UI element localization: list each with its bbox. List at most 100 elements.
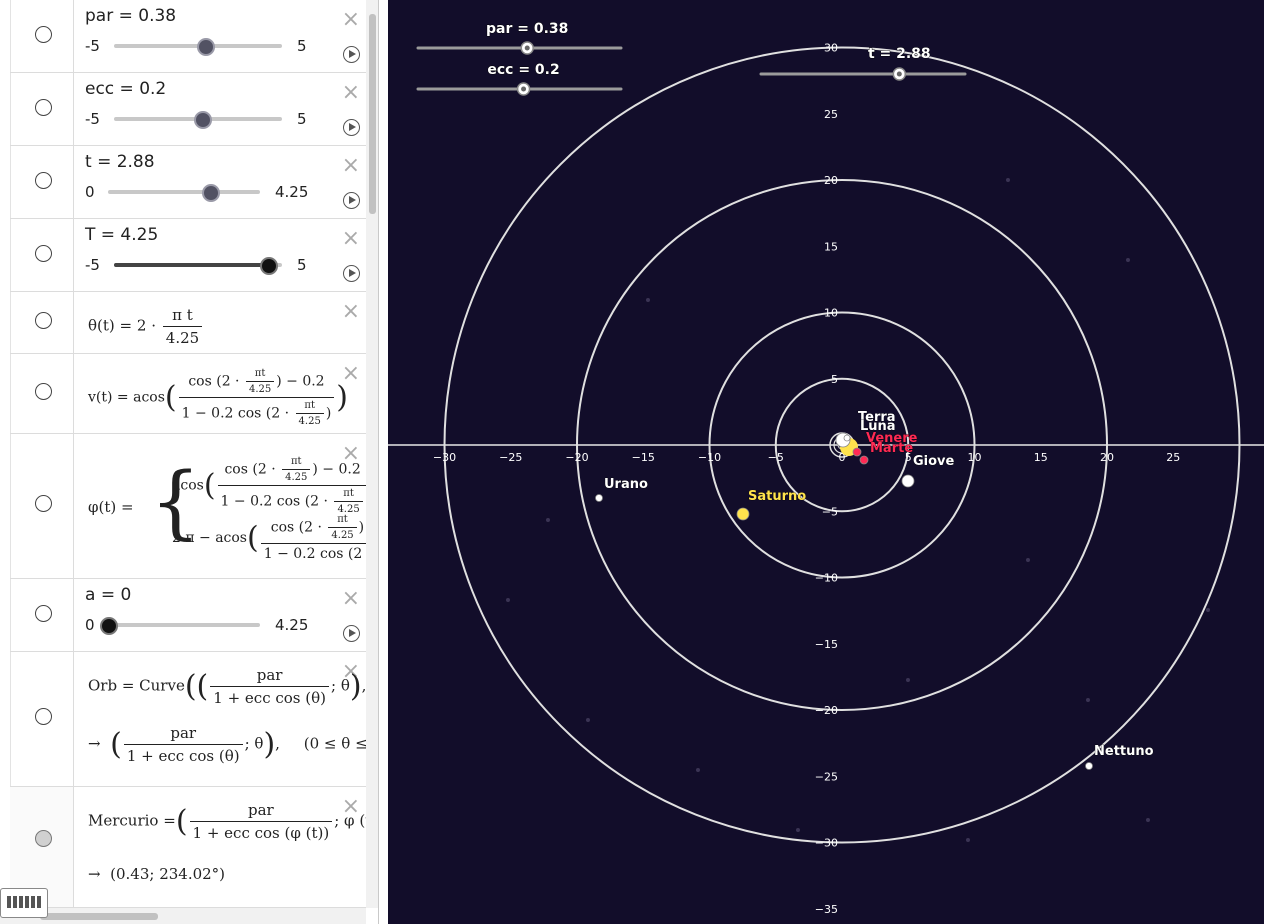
graphics-canvas[interactable]: −30 −25 −20 −15 −10 −5 0 5 10 15 20 2530252015105−5…	[388, 0, 1264, 924]
slider-max: 5	[297, 256, 307, 274]
slider-min: -5	[85, 110, 100, 128]
formula-theta: θ(t) = 2 · π t 4.25	[88, 306, 204, 347]
close-icon[interactable]: ×	[342, 155, 360, 177]
y-tick-label: −35	[815, 903, 838, 916]
keyboard-icon[interactable]	[0, 888, 48, 918]
play-icon[interactable]	[343, 265, 360, 282]
close-icon[interactable]: ×	[342, 588, 360, 610]
graph-slider-label: par = 0.38	[486, 21, 568, 37]
algebra-row-a[interactable]: a = 0 0 4.25 ×	[10, 579, 366, 652]
visibility-toggle[interactable]	[35, 383, 52, 400]
graphics-view[interactable]: −30 −25 −20 −15 −10 −5 0 5 10 15 20 25 30 25 20 15 10 5 −5…	[388, 0, 1264, 924]
planet-luna[interactable]	[843, 434, 851, 442]
x-tick-label: −10	[698, 451, 721, 464]
graph-slider-thumb-center	[524, 45, 530, 51]
play-icon[interactable]	[343, 192, 360, 209]
planet-saturno[interactable]	[736, 507, 750, 521]
star-dot	[546, 518, 550, 522]
x-tick-label: −15	[632, 451, 655, 464]
y-tick-label: 15	[824, 240, 838, 253]
visibility-toggle[interactable]	[35, 26, 52, 43]
close-icon[interactable]: ×	[342, 9, 360, 31]
star-dot	[646, 298, 650, 302]
play-icon[interactable]	[343, 119, 360, 136]
algebra-row-T[interactable]: T = 4.25 -5 5 ×	[10, 219, 366, 292]
horizontal-scrollbar[interactable]	[0, 908, 366, 924]
slider-track[interactable]	[108, 623, 260, 627]
x-tick-label: −25	[499, 451, 522, 464]
star-dot	[1126, 258, 1130, 262]
graph-slider-label: t = 2.88	[868, 46, 931, 62]
formula-fraction: π t 4.25	[162, 306, 203, 347]
formula-eq: =	[121, 498, 134, 516]
planet-marte[interactable]	[859, 455, 869, 465]
visibility-toggle[interactable]	[35, 245, 52, 262]
close-icon[interactable]: ×	[342, 82, 360, 104]
close-icon[interactable]: ×	[342, 301, 360, 323]
slider-thumb[interactable]	[100, 617, 118, 635]
formula-fn: acos	[133, 389, 165, 406]
y-tick-label: −15	[815, 638, 838, 651]
star-dot	[1006, 178, 1010, 182]
formula-orb: Orb = Curve((par1 + ecc cos (θ); θ), θ	[88, 666, 378, 707]
x-tick-label: 20	[1100, 451, 1114, 464]
vertical-scrollbar[interactable]	[366, 0, 378, 908]
formula-mercurio: Mercurio =(par 1 + ecc cos (φ (t)); φ (t)…	[88, 801, 378, 842]
visibility-toggle[interactable]	[35, 605, 52, 622]
algebra-row-orb[interactable]: × Orb = Curve((par1 + ecc cos (θ); θ), θ…	[10, 652, 378, 787]
graph-slider-thumb-center	[896, 71, 902, 77]
slider-thumb[interactable]	[260, 257, 278, 275]
algebra-row-t[interactable]: t = 2.88 0 4.25 ×	[10, 146, 366, 219]
y-tick-label: 10	[824, 307, 838, 320]
y-tick-label: −30	[815, 837, 838, 850]
slider-max: 4.25	[275, 616, 309, 634]
y-tick-label: −5	[822, 505, 838, 518]
visibility-toggle[interactable]	[35, 495, 52, 512]
planet-nettuno[interactable]	[1085, 762, 1093, 770]
formula-phi: φ(t) =	[88, 498, 134, 516]
planet-giove[interactable]	[901, 474, 915, 488]
algebra-row-ecc[interactable]: ecc = 0.2 -5 5 ×	[10, 73, 366, 146]
visibility-toggle[interactable]	[35, 708, 52, 725]
slider-track[interactable]	[108, 190, 260, 194]
phi-case-2: 2 π − acos(cos (2 · πt 4.25) 1 − 0.2 cos (…	[172, 514, 376, 562]
play-icon[interactable]	[343, 46, 360, 63]
algebra-row-phi[interactable]: × φ(t) = { acos(cos (2 · πt 4.25) − 0.2 1 …	[10, 434, 375, 579]
algebra-row-par[interactable]: par = 0.38 -5 5 ×	[10, 0, 366, 73]
algebra-view: par = 0.38 -5 5 × ecc = 0.2 -5 5 × t = 2…	[0, 0, 379, 924]
formula-eq: =	[116, 389, 129, 406]
slider-label: t = 2.88	[85, 152, 155, 172]
play-icon[interactable]	[343, 625, 360, 642]
planet-urano[interactable]	[595, 494, 603, 502]
x-tick-label: −30	[433, 451, 456, 464]
formula-coef: 2 ·	[136, 316, 156, 335]
star-dot	[1026, 558, 1030, 562]
slider-min: 0	[85, 183, 95, 201]
slider-max: 5	[297, 37, 307, 55]
x-tick-label: −20	[565, 451, 588, 464]
slider-thumb[interactable]	[194, 111, 212, 129]
slider-thumb[interactable]	[197, 38, 215, 56]
close-icon[interactable]: ×	[342, 228, 360, 250]
slider-track[interactable]	[114, 263, 282, 267]
x-tick-label: −5	[768, 451, 784, 464]
x-tick-label: 10	[968, 451, 982, 464]
visibility-toggle[interactable]	[35, 312, 52, 329]
algebra-row-mercurio[interactable]: × Mercurio =(par 1 + ecc cos (φ (t)); φ (…	[10, 787, 378, 908]
slider-max: 5	[297, 110, 307, 128]
formula-fraction: cos (2 · πt 4.25) − 0.2 1 − 0.2 cos (2 · π…	[178, 368, 335, 427]
star-dot	[1146, 818, 1150, 822]
formula-lhs: φ(t)	[88, 498, 117, 516]
visibility-toggle[interactable]	[35, 99, 52, 116]
formula-v: v(t) = acos(cos (2 · πt 4.25) − 0.2 1 − 0.…	[88, 368, 348, 427]
visibility-toggle[interactable]	[35, 172, 52, 189]
y-tick-label: 25	[824, 108, 838, 121]
visibility-toggle[interactable]	[35, 830, 52, 847]
algebra-row-v[interactable]: × v(t) = acos(cos (2 · πt 4.25) − 0.2 1 − …	[10, 354, 366, 434]
slider-thumb[interactable]	[202, 184, 220, 202]
formula-orb-result: → (par 1 + ecc cos (θ); θ), (0 ≤ θ ≤	[88, 724, 368, 765]
planet-venere[interactable]	[852, 447, 862, 457]
star-dot	[966, 838, 970, 842]
y-tick-label: 30	[824, 42, 838, 55]
algebra-row-theta[interactable]: × θ(t) = 2 · π t 4.25	[10, 292, 366, 354]
